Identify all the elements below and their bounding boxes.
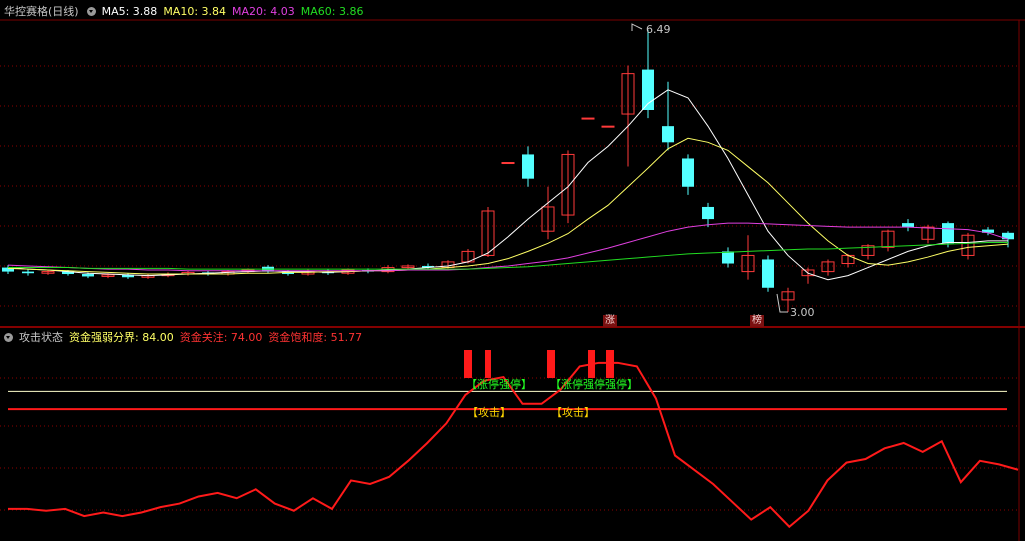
ranking-tag[interactable]: 榜 [750, 315, 764, 327]
ma-line-ma60 [8, 242, 1008, 270]
price-panel-header: 华控赛格(日线) MA5: 3.88 MA10: 3.84 MA20: 4.03 MA6… [4, 4, 369, 20]
stock-title: 华控赛格(日线) [4, 5, 79, 18]
signal-label-a: 【涨停强停】 [466, 378, 532, 391]
high-price-label: 6.49 [646, 23, 671, 36]
collapse-toggle-icon[interactable] [4, 333, 13, 342]
candle-body [942, 223, 954, 244]
candle-body [501, 162, 515, 165]
limit-up-tag[interactable]: 涨 [603, 315, 617, 327]
collapse-toggle-icon[interactable] [86, 7, 96, 16]
signal-bar [464, 350, 472, 378]
candle-body [522, 154, 534, 179]
candle-body [902, 223, 914, 228]
chart-window: 华控赛格(日线) MA5: 3.88 MA10: 3.84 MA20: 4.03 MA6… [0, 0, 1025, 541]
main-chart-canvas[interactable] [0, 0, 1025, 541]
indicator-panel-header: 攻击状态 资金强弱分界: 84.00 资金关注: 74.00 资金饱和度: 51.77 [4, 330, 368, 346]
candle-body [581, 117, 595, 120]
signal-bar [547, 350, 555, 378]
ma20-value: MA20: 4.03 [232, 5, 295, 18]
attack-label-a: 【攻击】 [467, 406, 511, 419]
candle-body [702, 206, 714, 220]
ma-line-ma10 [7, 137, 1009, 275]
candle-body [762, 259, 774, 288]
signal-bar [606, 350, 614, 378]
candle-body [722, 251, 734, 264]
ma60-value: MA60: 3.86 [300, 5, 364, 18]
ma-line-ma5 [7, 89, 1008, 281]
signal-bar [485, 350, 491, 378]
saturation-value: 资金饱和度: 51.77 [268, 331, 363, 344]
signal-label-b: 【涨停强停强停】 [550, 378, 638, 391]
candle-body [22, 271, 34, 274]
attack-label-b: 【攻击】 [551, 406, 595, 419]
candle-body [601, 125, 615, 128]
candle-body [682, 158, 694, 187]
ma10-value: MA10: 3.84 [163, 5, 227, 18]
ma5-value: MA5: 3.88 [101, 5, 158, 18]
ma-line-ma20 [7, 222, 1009, 272]
indicator-title: 攻击状态 [19, 331, 63, 344]
high-leader-line [631, 23, 643, 31]
low-price-label: 3.00 [790, 306, 815, 319]
focus-value: 资金关注: 74.00 [179, 331, 263, 344]
candle-body [662, 126, 674, 143]
strength-threshold-value: 资金强弱分界: 84.00 [69, 331, 174, 344]
candle-body [82, 274, 94, 277]
